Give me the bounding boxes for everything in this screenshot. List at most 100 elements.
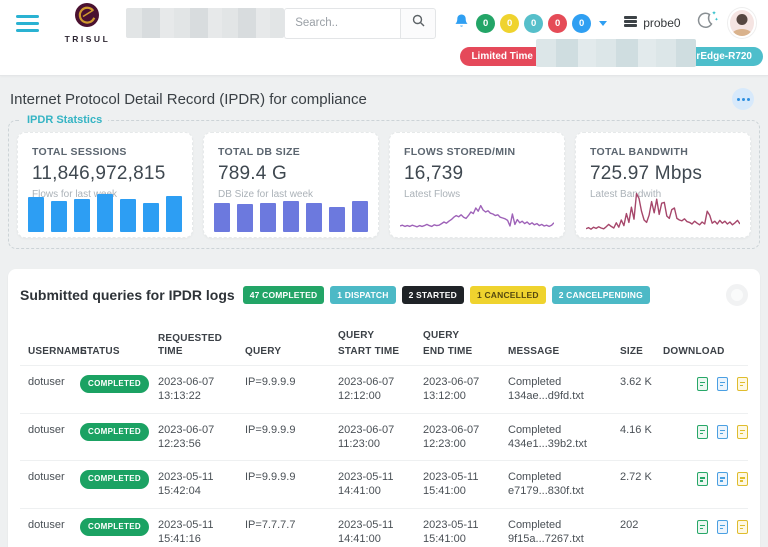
cell-size: 3.62 K bbox=[620, 375, 663, 389]
cell-query: IP=9.9.9.9 bbox=[245, 470, 338, 484]
col-size: SIZE bbox=[620, 345, 663, 358]
notif-badge-green[interactable]: 0 bbox=[476, 14, 495, 33]
brand-name: TRISUL bbox=[65, 34, 111, 44]
download-data-icon[interactable] bbox=[717, 425, 728, 439]
ipdr-statistics-section: IPDR Statstics TOTAL SESSIONS 11,846,972… bbox=[8, 114, 760, 249]
download-report-icon[interactable] bbox=[697, 425, 708, 439]
page-title: Internet Protocol Detail Record (IPDR) f… bbox=[10, 91, 367, 108]
download-report-icon[interactable] bbox=[697, 472, 708, 486]
col-download: DOWNLOAD bbox=[663, 345, 748, 358]
probe-label: probe0 bbox=[643, 16, 680, 30]
notif-badge-red[interactable]: 0 bbox=[548, 14, 567, 33]
col-requested-time: REQUESTED TIME bbox=[158, 332, 245, 358]
stat-value: 725.97 Mbps bbox=[590, 163, 736, 185]
badge-cancelled[interactable]: 1 CANCELLED bbox=[470, 286, 546, 304]
stat-card-flows-stored: FLOWS STORED/MIN 16,739 Latest Flows bbox=[389, 132, 565, 238]
cell-start-time: 2023-05-1114:41:00 bbox=[338, 518, 423, 547]
cell-download bbox=[663, 472, 754, 486]
table-header-row: USERNAME STATUS REQUESTED TIME QUERY QUE… bbox=[20, 320, 748, 366]
brand[interactable]: TRISUL bbox=[65, 2, 111, 44]
cell-start-time: 2023-06-0712:12:00 bbox=[338, 375, 423, 404]
page-title-row: Internet Protocol Detail Record (IPDR) f… bbox=[0, 76, 768, 110]
cell-username: dotuser bbox=[28, 375, 80, 389]
cell-status: COMPLETED bbox=[80, 518, 158, 536]
cell-size: 202 bbox=[620, 518, 663, 532]
stats-legend: IPDR Statstics bbox=[21, 114, 108, 126]
cell-requested-time: 2023-06-0712:23:56 bbox=[158, 423, 245, 452]
flows-line-chart bbox=[400, 192, 554, 232]
cell-status: COMPLETED bbox=[80, 375, 158, 393]
download-data-icon[interactable] bbox=[717, 472, 728, 486]
stat-card-total-bandwidth: TOTAL BANDWITH 725.97 Mbps Latest Bandwi… bbox=[575, 132, 751, 238]
notif-badge-blue[interactable]: 0 bbox=[572, 14, 591, 33]
user-avatar[interactable] bbox=[728, 8, 756, 38]
cell-requested-time: 2023-06-0713:13:22 bbox=[158, 375, 245, 404]
status-badge: COMPLETED bbox=[80, 423, 149, 441]
chevron-down-icon[interactable] bbox=[599, 21, 607, 26]
ellipsis-menu-button[interactable] bbox=[732, 88, 754, 110]
top-header: TRISUL 0 0 0 0 0 prob bbox=[0, 0, 768, 76]
download-log-icon[interactable] bbox=[737, 520, 748, 534]
stat-card-total-db-size: TOTAL DB SIZE 789.4 G DB Size for last w… bbox=[203, 132, 379, 238]
blurred-region bbox=[536, 39, 696, 67]
download-data-icon[interactable] bbox=[717, 520, 728, 534]
sparkle-icon: ✦ bbox=[714, 17, 718, 23]
cell-message: Completed9f15a...7267.txt bbox=[508, 518, 620, 547]
cell-message: Completede7179...830f.txt bbox=[508, 470, 620, 499]
col-query: QUERY bbox=[245, 345, 338, 358]
search-button[interactable] bbox=[400, 8, 436, 39]
badge-dispatch[interactable]: 1 DISPATCH bbox=[330, 286, 395, 304]
download-data-icon[interactable] bbox=[717, 377, 728, 391]
stat-card-total-sessions: TOTAL SESSIONS 11,846,972,815 Flows for … bbox=[17, 132, 193, 238]
queries-header: Submitted queries for IPDR logs 47 COMPL… bbox=[20, 284, 748, 306]
cell-start-time: 2023-05-1114:41:00 bbox=[338, 470, 423, 499]
hamburger-menu-icon[interactable] bbox=[16, 15, 39, 32]
queries-title: Submitted queries for IPDR logs bbox=[20, 287, 235, 303]
cell-requested-time: 2023-05-1115:41:16 bbox=[158, 518, 245, 547]
cell-message: Completed134ae...d9fd.txt bbox=[508, 375, 620, 404]
download-log-icon[interactable] bbox=[737, 472, 748, 486]
cell-size: 4.16 K bbox=[620, 423, 663, 437]
queries-table: USERNAME STATUS REQUESTED TIME QUERY QUE… bbox=[20, 320, 748, 547]
badge-completed[interactable]: 47 COMPLETED bbox=[243, 286, 325, 304]
download-report-icon[interactable] bbox=[697, 377, 708, 391]
notif-badge-teal[interactable]: 0 bbox=[524, 14, 543, 33]
download-log-icon[interactable] bbox=[737, 377, 748, 391]
blurred-text-region bbox=[126, 8, 284, 38]
status-badge: COMPLETED bbox=[80, 518, 149, 536]
badge-cancelpending[interactable]: 2 CANCELPENDING bbox=[552, 286, 650, 304]
submitted-queries-card: Submitted queries for IPDR logs 47 COMPL… bbox=[8, 269, 760, 547]
notif-badge-yellow[interactable]: 0 bbox=[500, 14, 519, 33]
search-input[interactable] bbox=[284, 8, 400, 39]
stat-value: 11,846,972,815 bbox=[32, 163, 178, 185]
cell-size: 2.72 K bbox=[620, 470, 663, 484]
cell-message: Completed434e1...39b2.txt bbox=[508, 423, 620, 452]
dark-mode-toggle[interactable]: ✦ ✦ bbox=[697, 12, 714, 34]
stat-label: TOTAL DB SIZE bbox=[218, 146, 364, 158]
stat-label: TOTAL BANDWITH bbox=[590, 146, 736, 158]
cell-username: dotuser bbox=[28, 423, 80, 437]
trisul-logo-icon bbox=[74, 2, 100, 33]
download-report-icon[interactable] bbox=[697, 520, 708, 534]
status-badge: COMPLETED bbox=[80, 470, 149, 488]
table-row: dotuser COMPLETED 2023-06-0712:23:56 IP=… bbox=[20, 414, 748, 462]
stat-value: 16,739 bbox=[404, 163, 550, 185]
stat-value: 789.4 G bbox=[218, 163, 364, 185]
sparkle-icon: ✦ bbox=[712, 10, 717, 17]
badge-started[interactable]: 2 STARTED bbox=[402, 286, 464, 304]
cell-username: dotuser bbox=[28, 470, 80, 484]
stat-label: FLOWS STORED/MIN bbox=[404, 146, 550, 158]
bell-icon[interactable] bbox=[454, 13, 469, 34]
cell-download bbox=[663, 425, 754, 439]
col-query-end-time: QUERY END TIME bbox=[423, 329, 508, 358]
download-log-icon[interactable] bbox=[737, 425, 748, 439]
col-username: USERNAME bbox=[28, 345, 80, 358]
cell-query: IP=7.7.7.7 bbox=[245, 518, 338, 532]
col-status: STATUS bbox=[80, 345, 158, 358]
probe-selector[interactable]: probe0 bbox=[623, 15, 680, 31]
col-message: MESSAGE bbox=[508, 345, 620, 358]
cell-download bbox=[663, 520, 754, 534]
cell-query: IP=9.9.9.9 bbox=[245, 423, 338, 437]
cell-end-time: 2023-05-1115:41:00 bbox=[423, 470, 508, 499]
notification-area: 0 0 0 0 0 bbox=[454, 13, 607, 34]
